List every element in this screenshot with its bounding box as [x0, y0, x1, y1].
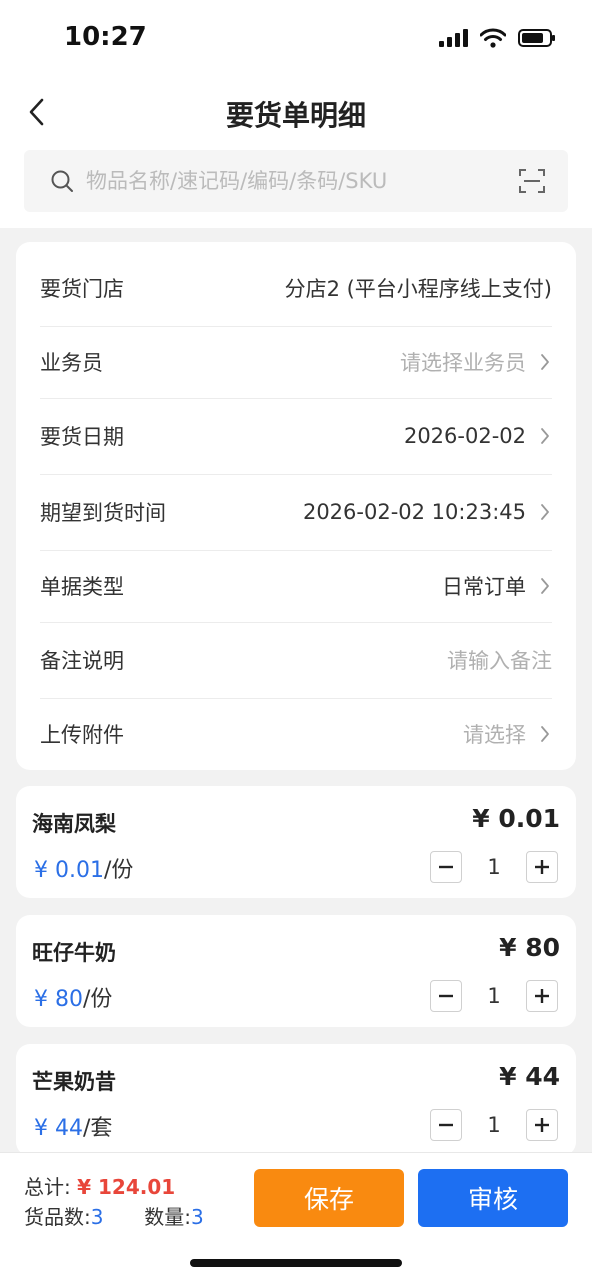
quantity-stepper: 1	[430, 1108, 558, 1142]
chevron-right-icon	[540, 426, 552, 446]
salesperson-select[interactable]: 请选择业务员	[400, 347, 526, 377]
order-info-card: 要货门店 分店2 (平台小程序线上支付) 业务员 请选择业务员 要货日期 202…	[16, 242, 576, 770]
increase-button[interactable]	[526, 980, 558, 1012]
unit-price-amount: ¥ 44	[34, 1116, 83, 1141]
expected-arrival-label: 期望到货时间	[40, 501, 166, 525]
page-title: 要货单明细	[225, 99, 366, 132]
save-button[interactable]: 保存	[254, 1169, 404, 1227]
cellular-signal-icon	[439, 29, 468, 47]
expected-arrival-value[interactable]: 2026-02-02 10:23:45	[303, 500, 526, 524]
store-value: 分店2 (平台小程序线上支付)	[284, 277, 552, 301]
doc-type-label: 单据类型	[40, 575, 124, 599]
chevron-right-icon	[540, 724, 552, 744]
bottom-action-bar: 总计: ¥ 124.01 货品数:3 数量:3 保存 审核	[0, 1152, 592, 1280]
product-unit-price: ¥ 44/套	[34, 1110, 112, 1142]
quantity-stepper: 1	[430, 850, 558, 884]
divider	[40, 474, 552, 475]
minus-icon	[439, 1123, 453, 1127]
decrease-button[interactable]	[430, 980, 462, 1012]
remark-input[interactable]: 请输入备注	[447, 645, 552, 675]
decrease-button[interactable]	[430, 1109, 462, 1141]
chevron-right-icon	[540, 352, 552, 372]
info-row-remark[interactable]: 备注说明 请输入备注	[40, 640, 552, 680]
info-row-attachment[interactable]: 上传附件 请选择	[40, 714, 552, 754]
unit-price-amount: ¥ 0.01	[34, 858, 104, 883]
info-row-salesperson[interactable]: 业务员 请选择业务员	[40, 342, 552, 382]
increase-button[interactable]	[526, 1109, 558, 1141]
product-name: 海南凤梨	[32, 812, 116, 836]
product-total: ¥ 0.01	[472, 804, 560, 833]
battery-icon	[518, 29, 555, 47]
product-card: 芒果奶昔 ¥ 44 ¥ 44/套 1	[16, 1044, 576, 1156]
qty-count: 3	[190, 1205, 204, 1229]
search-box	[24, 150, 568, 212]
order-date-label: 要货日期	[40, 425, 124, 449]
attachment-select[interactable]: 请选择	[463, 719, 526, 749]
order-total: 总计: ¥ 124.01	[24, 1171, 175, 1200]
salesperson-label: 业务员	[40, 351, 103, 375]
product-name: 旺仔牛奶	[32, 941, 116, 965]
divider	[40, 622, 552, 623]
product-name: 芒果奶昔	[32, 1070, 116, 1094]
divider	[40, 326, 552, 327]
increase-button[interactable]	[526, 851, 558, 883]
order-date-value[interactable]: 2026-02-02	[404, 424, 526, 448]
chevron-right-icon	[540, 502, 552, 522]
plus-icon	[535, 860, 549, 874]
info-row-store: 要货门店 分店2 (平台小程序线上支付)	[40, 268, 552, 308]
quantity-stepper: 1	[430, 979, 558, 1013]
plus-icon	[535, 989, 549, 1003]
attachment-label: 上传附件	[40, 723, 124, 747]
status-icons	[439, 28, 555, 48]
info-row-order-date[interactable]: 要货日期 2026-02-02	[40, 416, 552, 456]
unit-label: /份	[103, 858, 134, 883]
scan-icon[interactable]	[518, 167, 546, 195]
info-row-expected-arrival[interactable]: 期望到货时间 2026-02-02 10:23:45	[40, 492, 552, 532]
minus-icon	[439, 865, 453, 869]
remark-label: 备注说明	[40, 649, 124, 673]
unit-price-amount: ¥ 80	[34, 987, 83, 1012]
quantity-value[interactable]: 1	[474, 1113, 514, 1137]
status-time: 10:27	[64, 22, 147, 52]
info-row-doc-type[interactable]: 单据类型 日常订单	[40, 566, 552, 606]
product-unit-price: ¥ 0.01/份	[34, 852, 133, 884]
total-label: 总计:	[24, 1175, 71, 1199]
minus-icon	[439, 994, 453, 998]
qty-label: 数量:	[144, 1205, 191, 1229]
total-amount: ¥ 124.01	[77, 1175, 176, 1199]
unit-label: /份	[82, 987, 113, 1012]
search-bar	[0, 146, 592, 228]
quantity-value[interactable]: 1	[474, 984, 514, 1008]
home-indicator	[190, 1259, 402, 1267]
chevron-right-icon	[540, 576, 552, 596]
product-total: ¥ 80	[499, 933, 560, 962]
divider	[40, 550, 552, 551]
product-total: ¥ 44	[499, 1062, 560, 1091]
wifi-icon	[480, 28, 506, 48]
search-input[interactable]	[86, 169, 518, 193]
doc-type-value[interactable]: 日常订单	[442, 571, 526, 601]
divider	[40, 698, 552, 699]
product-card: 海南凤梨 ¥ 0.01 ¥ 0.01/份 1	[16, 786, 576, 898]
plus-icon	[535, 1118, 549, 1132]
nav-bar: 要货单明细	[0, 80, 592, 146]
product-unit-price: ¥ 80/份	[34, 981, 112, 1013]
divider	[40, 398, 552, 399]
decrease-button[interactable]	[430, 851, 462, 883]
product-card: 旺仔牛奶 ¥ 80 ¥ 80/份 1	[16, 915, 576, 1027]
quantity-value[interactable]: 1	[474, 855, 514, 879]
audit-button[interactable]: 审核	[418, 1169, 568, 1227]
items-count: 3	[90, 1205, 104, 1229]
order-counts: 货品数:3 数量:3	[24, 1201, 204, 1230]
order-detail-page: 10:27 要货单明细 物品名称/速记码/编码/条码/SKU 要货门店 分店2 …	[0, 0, 592, 1280]
unit-label: /套	[82, 1116, 113, 1141]
store-label: 要货门店	[40, 277, 124, 301]
search-icon	[50, 169, 74, 193]
status-bar: 10:27	[0, 0, 592, 80]
items-label: 货品数:	[24, 1205, 91, 1229]
